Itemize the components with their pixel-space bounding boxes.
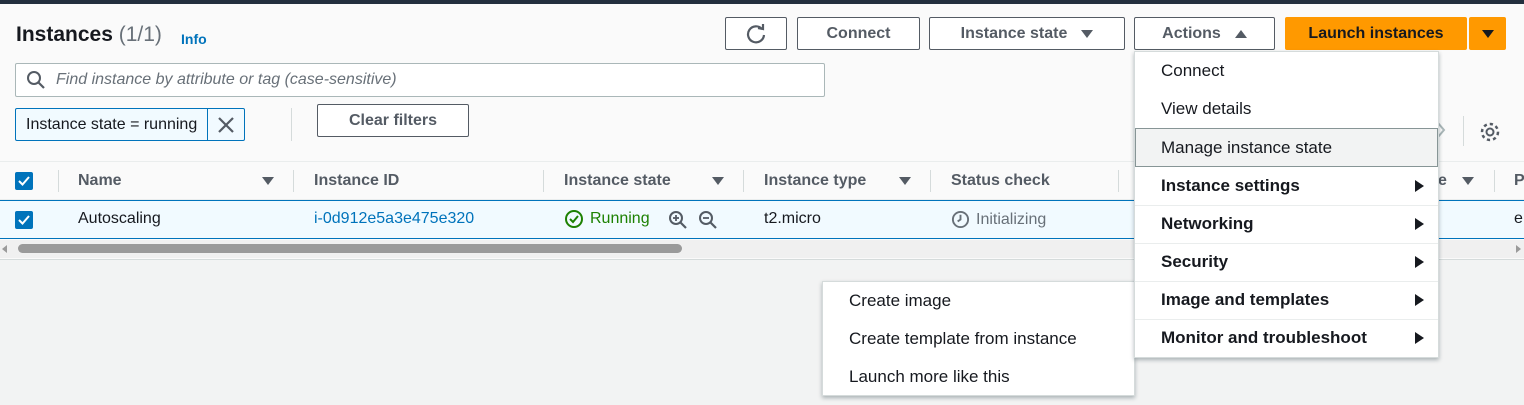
scroll-right-icon[interactable] — [1516, 245, 1522, 253]
menu-item-label: Create template from instance — [849, 329, 1077, 348]
submenu-arrow-icon — [1415, 218, 1424, 230]
running-status: Running — [590, 210, 650, 227]
column-separator — [930, 170, 931, 192]
menu-item-label: Connect — [1161, 61, 1225, 80]
zoom-in-button[interactable] — [668, 210, 688, 230]
cell-instance-type: t2.micro — [764, 210, 821, 227]
column-separator — [543, 170, 544, 192]
instance-count: (1/1) — [118, 23, 162, 46]
refresh-icon — [746, 23, 766, 43]
sort-icon[interactable] — [262, 177, 274, 185]
instance-state-button[interactable]: Instance state — [929, 17, 1125, 50]
row-checkbox[interactable] — [15, 211, 33, 229]
menu-item-label: Networking — [1161, 214, 1254, 233]
refresh-button[interactable] — [725, 17, 787, 50]
caret-down-icon — [1081, 29, 1094, 38]
select-all-checkbox[interactable] — [15, 172, 33, 190]
zoom-out-icon — [699, 211, 717, 229]
column-header-partial[interactable]: e — [1438, 172, 1447, 190]
menu-item-label: Instance settings — [1161, 176, 1300, 195]
launch-instances-button[interactable]: Launch instances — [1285, 17, 1467, 50]
menu-item-view-details[interactable]: View details — [1135, 90, 1438, 128]
menu-item-label: Image and templates — [1161, 290, 1330, 309]
scroll-left-icon[interactable] — [2, 245, 8, 253]
clear-filters-button[interactable]: Clear filters — [317, 104, 469, 137]
column-separator — [58, 170, 59, 192]
filter-divider — [291, 108, 292, 141]
menu-item-security[interactable]: Security — [1135, 243, 1438, 281]
gear-icon — [1480, 122, 1500, 142]
menu-item-networking[interactable]: Networking — [1135, 205, 1438, 243]
column-header-instance-id[interactable]: Instance ID — [314, 172, 399, 190]
clock-icon — [951, 210, 970, 229]
search-box[interactable] — [15, 63, 825, 97]
submenu-arrow-icon — [1415, 180, 1424, 192]
menu-item-image-templates[interactable]: Image and templates — [1135, 281, 1438, 319]
scrollbar-thumb[interactable] — [18, 244, 682, 253]
search-input[interactable] — [56, 71, 816, 89]
menu-item-create-image[interactable]: Create image — [823, 282, 1134, 320]
cell-status-check: Initializing — [951, 210, 1046, 229]
column-header-status-check[interactable]: Status check — [951, 172, 1050, 190]
menu-item-manage-instance-state[interactable]: Manage instance state — [1135, 128, 1438, 167]
checkmark-icon — [18, 215, 30, 225]
filter-token: Instance state = running — [15, 108, 246, 141]
image-templates-submenu: Create image Create template from instan… — [822, 281, 1135, 396]
menu-item-launch-more[interactable]: Launch more like this — [823, 358, 1134, 396]
success-icon — [565, 210, 583, 228]
actions-menu: Connect View details Manage instance sta… — [1134, 51, 1439, 358]
submenu-arrow-icon — [1415, 256, 1424, 268]
menu-item-label: Create image — [849, 291, 952, 310]
info-link[interactable]: Info — [181, 31, 207, 47]
menu-item-create-template[interactable]: Create template from instance — [823, 320, 1134, 358]
checkmark-icon — [18, 176, 30, 186]
actions-label: Actions — [1162, 24, 1221, 42]
preferences-button[interactable] — [1478, 120, 1502, 144]
connect-button[interactable]: Connect — [797, 17, 920, 50]
cell-instance-state: Running — [564, 209, 650, 229]
sort-icon[interactable] — [899, 177, 911, 185]
remove-filter-button[interactable] — [208, 109, 244, 140]
menu-item-instance-settings[interactable]: Instance settings — [1135, 167, 1438, 205]
column-separator — [293, 170, 294, 192]
instance-id-link[interactable]: i-0d912e5a3e475e320 — [314, 210, 474, 228]
status-check-text: Initializing — [976, 210, 1047, 228]
menu-item-connect[interactable]: Connect — [1135, 52, 1438, 90]
column-separator — [1118, 170, 1119, 192]
instance-state-label: Instance state — [960, 24, 1068, 42]
column-header-name[interactable]: Name — [78, 172, 122, 190]
search-icon — [27, 71, 45, 89]
cell-partial: e — [1514, 210, 1523, 227]
menu-item-monitor-troubleshoot[interactable]: Monitor and troubleshoot — [1135, 319, 1438, 357]
sort-icon[interactable] — [712, 177, 724, 185]
filter-token-label: Instance state = running — [16, 109, 209, 140]
submenu-arrow-icon — [1415, 294, 1424, 306]
column-separator — [743, 170, 744, 192]
zoom-out-button[interactable] — [698, 210, 718, 230]
launch-dropdown-button[interactable] — [1469, 17, 1506, 50]
actions-button[interactable]: Actions — [1134, 17, 1275, 50]
sort-icon[interactable] — [1462, 177, 1474, 185]
menu-item-label: Monitor and troubleshoot — [1161, 328, 1367, 347]
menu-item-label: Launch more like this — [849, 367, 1010, 386]
close-icon — [218, 116, 235, 133]
menu-item-label: Security — [1161, 252, 1229, 271]
caret-up-icon — [1234, 29, 1247, 38]
page-title: Instances (1/1) — [16, 23, 162, 47]
submenu-arrow-icon — [1415, 332, 1424, 344]
column-separator — [1494, 170, 1495, 192]
zoom-in-icon — [669, 211, 687, 229]
settings-divider — [1463, 116, 1464, 146]
cell-name: Autoscaling — [78, 210, 161, 227]
menu-item-label: View details — [1161, 99, 1252, 118]
caret-down-icon — [1481, 29, 1494, 38]
column-header-instance-type[interactable]: Instance type — [764, 172, 866, 190]
menu-item-label: Manage instance state — [1161, 137, 1333, 157]
column-header-partial[interactable]: P — [1514, 172, 1524, 190]
connect-label: Connect — [826, 24, 891, 42]
launch-label: Launch instances — [1308, 24, 1444, 42]
clear-filters-label: Clear filters — [348, 111, 438, 129]
page-title-text: Instances — [16, 23, 113, 46]
column-header-instance-state[interactable]: Instance state — [564, 172, 671, 190]
